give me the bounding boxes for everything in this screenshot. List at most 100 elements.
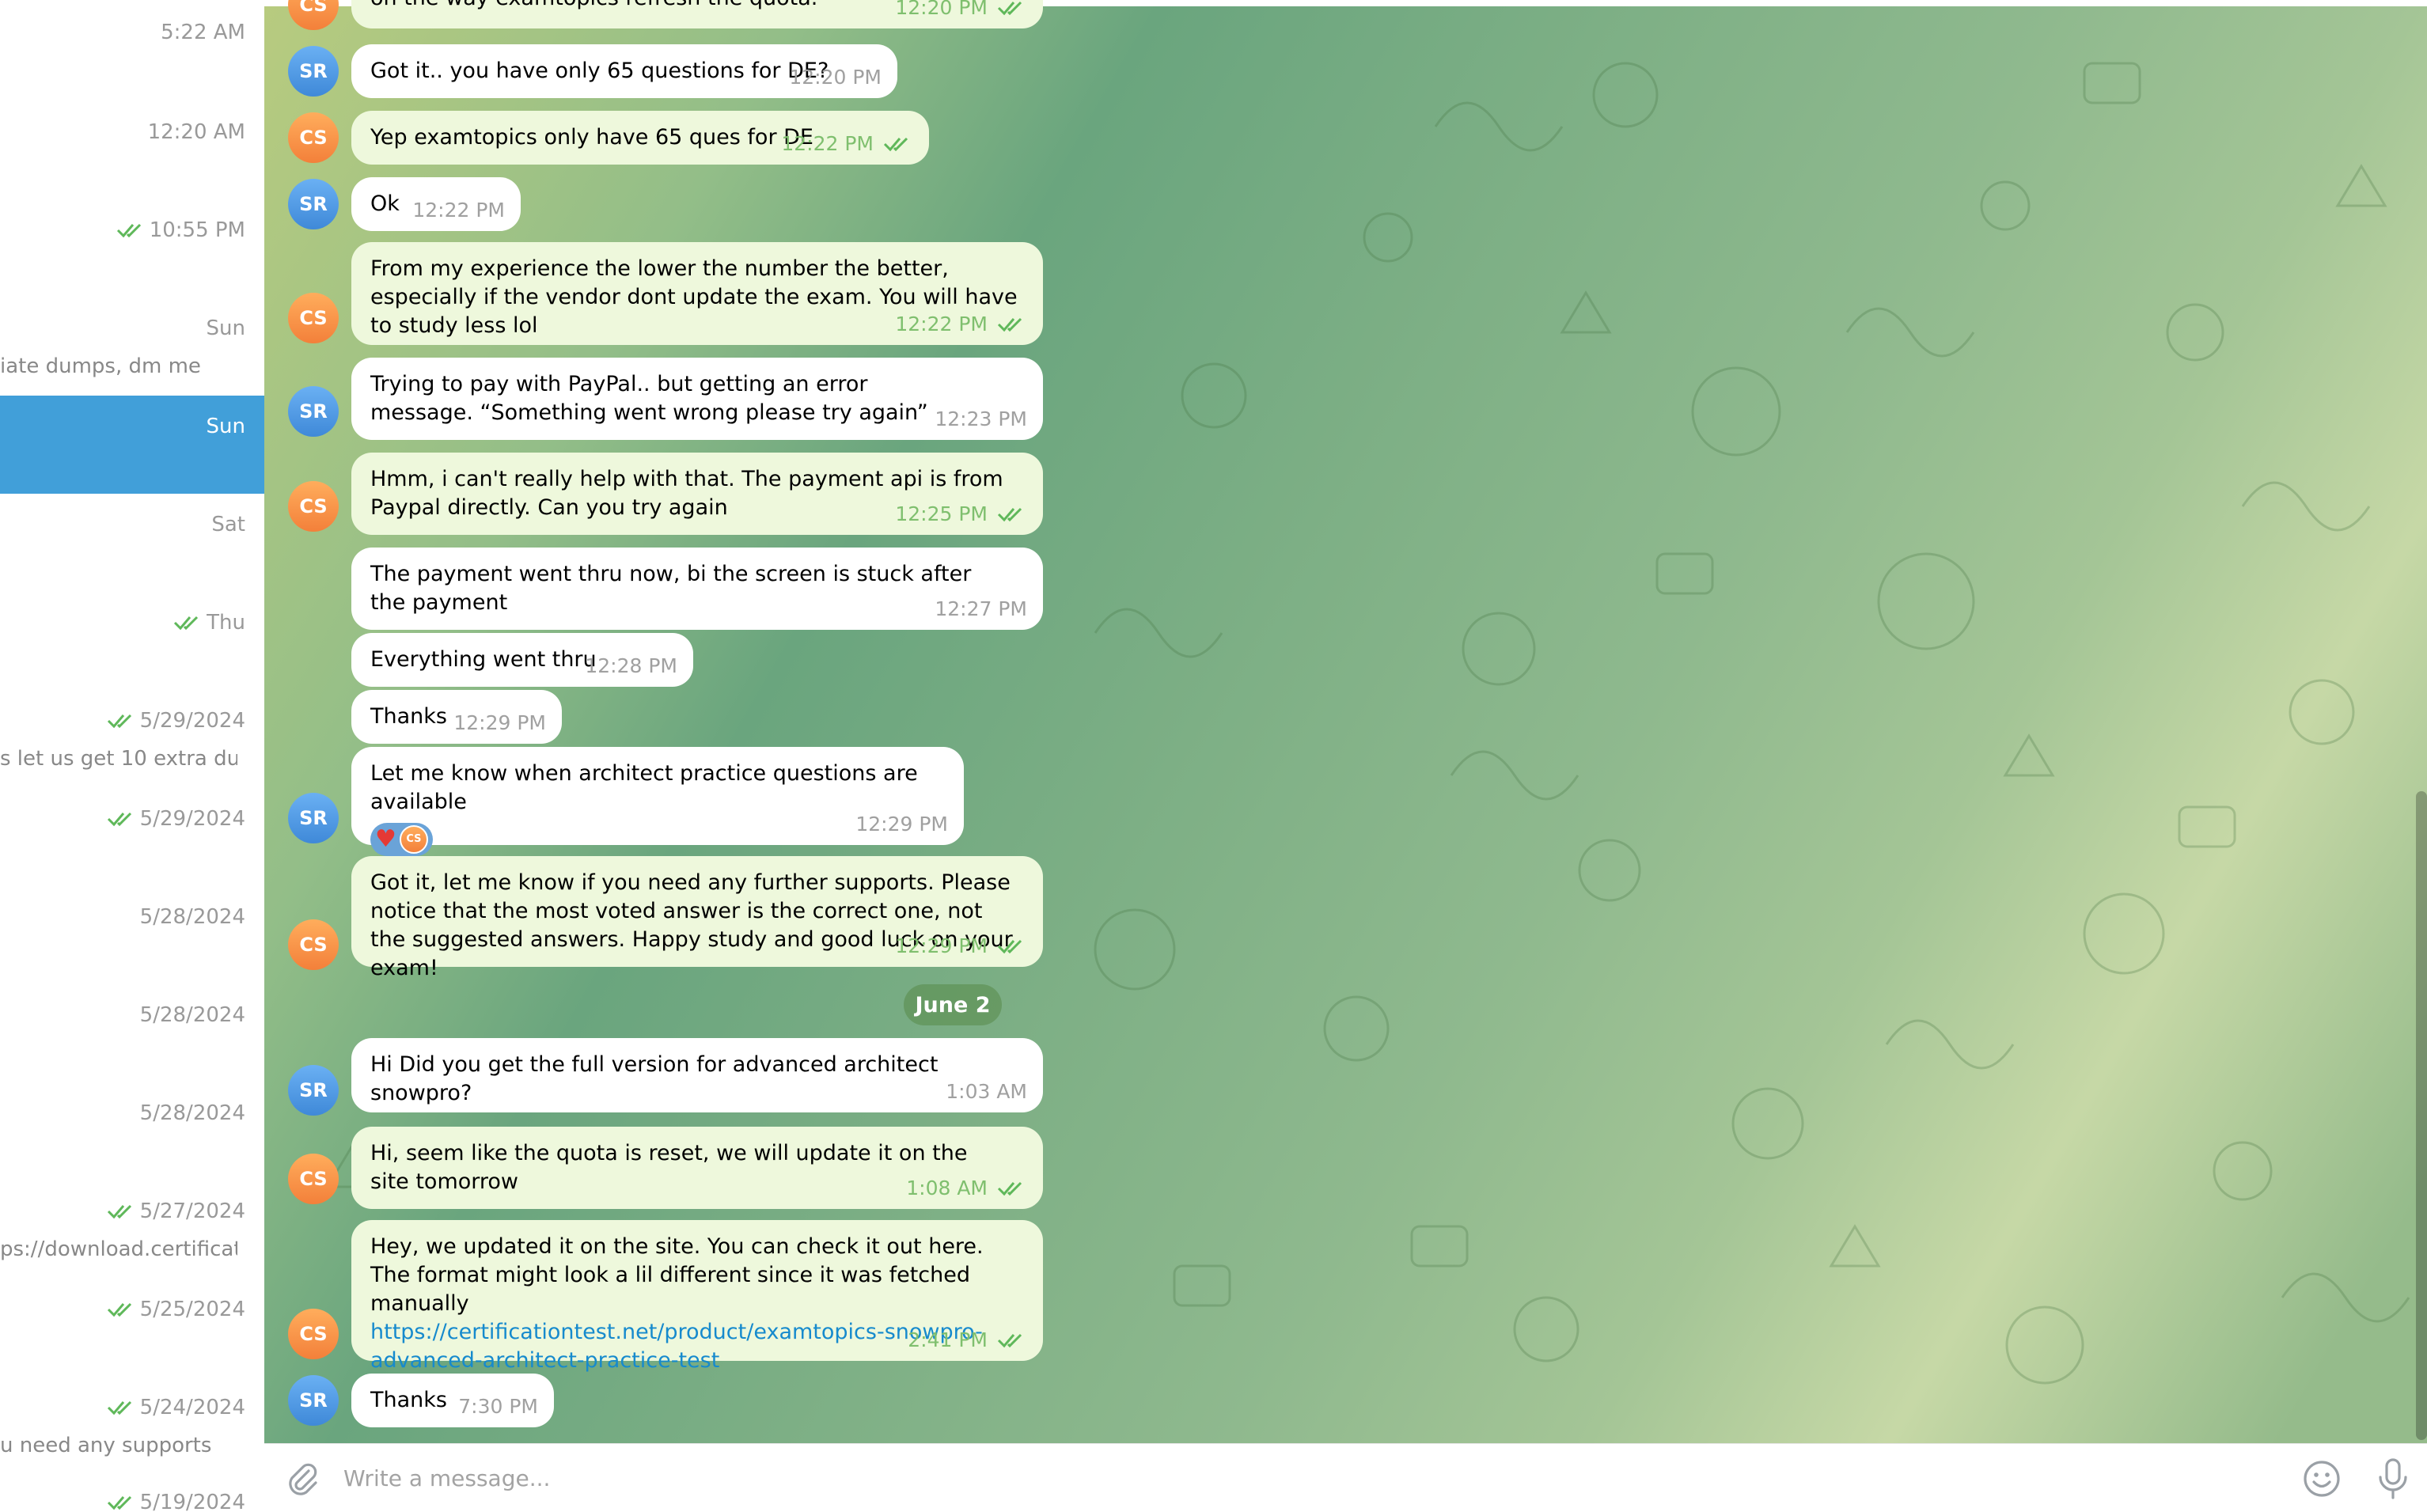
chat-list-item-active[interactable]: Sun — [0, 396, 264, 494]
double-check-icon — [997, 938, 1027, 955]
double-check-icon — [173, 614, 203, 631]
avatar[interactable]: CS — [288, 112, 339, 163]
avatar[interactable]: SR — [288, 1065, 339, 1116]
avatar[interactable]: SR — [288, 386, 339, 437]
reaction-avatar: CS — [399, 825, 428, 854]
date-separator: June 2 — [904, 984, 1002, 1025]
chat-time: 5/27/2024 — [107, 1199, 245, 1223]
message-meta: 2:41 PM — [908, 1326, 1027, 1355]
message-text: The payment went thru now, bi the screen… — [370, 562, 978, 615]
message-time: 12:29 PM — [453, 711, 546, 734]
message-bubble-incoming[interactable]: Got it.. you have only 65 questions for … — [351, 44, 897, 98]
message-bubble-incoming[interactable]: Trying to pay with PayPal.. but getting … — [351, 358, 1043, 440]
message-bubble-incoming[interactable]: Everything went thru 12:28 PM — [351, 633, 693, 687]
message-meta: 12:22 PM — [895, 310, 1027, 339]
double-check-icon — [997, 1180, 1027, 1197]
message-meta: 1:08 AM — [906, 1174, 1027, 1203]
chat-time: 5/28/2024 — [139, 1003, 245, 1027]
chat-list-item[interactable]: Sun iate dumps, dm me — [0, 294, 264, 392]
chat-list-item[interactable]: 5/24/2024 u need any supports — [0, 1377, 264, 1475]
message-bubble-incoming[interactable]: The payment went thru now, bi the screen… — [351, 548, 1043, 630]
message-time: 1:03 AM — [946, 1080, 1027, 1103]
chat-list-item[interactable]: 12:20 AM — [0, 98, 264, 196]
message-meta: 12:20 PM — [895, 0, 1027, 22]
message-text: Let me know when architect practice ques… — [370, 761, 925, 814]
message-bubble-outgoing[interactable]: on the way examtopics refresh the quota.… — [351, 0, 1043, 28]
chat-list-item[interactable]: Thu — [0, 592, 264, 690]
avatar[interactable]: SR — [288, 1375, 339, 1426]
message-meta: 12:25 PM — [895, 500, 1027, 529]
chat-scrollbar[interactable] — [2416, 791, 2427, 1440]
chat-list-item[interactable]: 10:55 PM — [0, 196, 264, 294]
message-time: 12:20 PM — [789, 66, 882, 89]
message-time: 12:23 PM — [935, 407, 1027, 430]
chat-list-item[interactable]: 5/28/2024 — [0, 1082, 264, 1180]
chat-time: 10:55 PM — [116, 218, 245, 242]
chat-list: 5:22 AM 12:20 AM 10:55 PM Sun iate dumps… — [0, 0, 264, 1512]
chat-list-item[interactable]: 5/28/2024 — [0, 984, 264, 1082]
chat-list-item[interactable]: 5/29/2024 s let us get 10 extra du... — [0, 690, 264, 788]
chat-list-item[interactable]: Sat — [0, 494, 264, 592]
message-text: Got it, let me know if you need any furt… — [370, 870, 1020, 980]
heart-icon: ♥ — [375, 825, 396, 853]
message-time: 12:22 PM — [412, 199, 505, 222]
chat-list-item[interactable]: 5:22 AM — [0, 0, 264, 97]
double-check-icon — [116, 222, 146, 239]
message-meta: 12:22 PM — [781, 130, 913, 158]
microphone-icon[interactable] — [2372, 1457, 2414, 1501]
chat-snippet: u need any supports — [0, 1434, 212, 1457]
message-bubble-outgoing[interactable]: Hi, seem like the quota is reset, we wil… — [351, 1127, 1043, 1209]
message-bubble-incoming[interactable]: Thanks 7:30 PM — [351, 1374, 554, 1427]
chat-time: 5/28/2024 — [139, 905, 245, 929]
avatar[interactable]: CS — [288, 293, 339, 343]
chat-time: 12:20 AM — [147, 120, 245, 144]
message-meta: 12:29 PM — [895, 932, 1027, 961]
message-bubble-outgoing[interactable]: From my experience the lower the number … — [351, 242, 1043, 345]
avatar[interactable]: SR — [288, 46, 339, 97]
avatar[interactable]: CS — [288, 919, 339, 970]
message-bubble-incoming[interactable]: Hi Did you get the full version for adva… — [351, 1038, 1043, 1112]
chat-time: 5/29/2024 — [107, 709, 245, 733]
double-check-icon — [997, 506, 1027, 523]
avatar[interactable]: SR — [288, 793, 339, 843]
message-bubble-incoming[interactable]: Ok 12:22 PM — [351, 177, 521, 231]
message-bubble-outgoing[interactable]: Hey, we updated it on the site. You can … — [351, 1220, 1043, 1373]
message-input[interactable] — [343, 1458, 2243, 1498]
avatar[interactable]: CS — [288, 481, 339, 532]
double-check-icon — [997, 0, 1027, 17]
message-text: Trying to pay with PayPal.. but getting … — [370, 372, 928, 425]
chat-list-item[interactable]: 5/29/2024 — [0, 788, 264, 886]
chat-time: 5/28/2024 — [139, 1101, 245, 1125]
chat-list-item[interactable]: 5/25/2024 — [0, 1279, 264, 1377]
chat-time: Thu — [173, 611, 245, 635]
chat-list-item[interactable]: 5/27/2024 ps://download.certificati... — [0, 1180, 264, 1279]
message-reaction[interactable]: ♥ CS — [370, 823, 433, 856]
message-bubble-outgoing[interactable]: Hmm, i can't really help with that. The … — [351, 453, 1043, 535]
message-composer — [264, 1443, 2427, 1512]
double-check-icon — [107, 810, 137, 828]
avatar[interactable]: CS — [288, 1309, 339, 1359]
chat-time: 5:22 AM — [161, 21, 245, 44]
message-bubble-outgoing[interactable]: Got it, let me know if you need any furt… — [351, 856, 1043, 980]
chat-time: 5/24/2024 — [107, 1396, 245, 1419]
chat-time: Sun — [206, 415, 245, 438]
chat-list-item[interactable]: 5/19/2024 — [0, 1475, 264, 1512]
smile-icon[interactable] — [2301, 1458, 2342, 1499]
double-check-icon — [997, 1332, 1027, 1349]
chat-history[interactable]: CS on the way examtopics refresh the quo… — [264, 0, 2427, 1443]
avatar[interactable]: SR — [288, 179, 339, 229]
double-check-icon — [997, 316, 1027, 333]
double-check-icon — [107, 1494, 137, 1511]
message-time: 12:27 PM — [935, 597, 1027, 620]
message-bubble-incoming[interactable]: Let me know when architect practice ques… — [351, 747, 964, 856]
chat-list-item[interactable]: 5/28/2024 — [0, 886, 264, 984]
double-check-icon — [883, 135, 913, 153]
double-check-icon — [107, 1203, 137, 1220]
chat-time: 5/29/2024 — [107, 807, 245, 831]
paperclip-icon[interactable] — [283, 1460, 321, 1498]
double-check-icon — [107, 1301, 137, 1318]
message-bubble-incoming[interactable]: Thanks 12:29 PM — [351, 690, 562, 744]
chat-snippet: iate dumps, dm me — [0, 354, 201, 378]
avatar[interactable]: CS — [288, 1154, 339, 1204]
message-bubble-outgoing[interactable]: Yep examtopics only have 65 ques for DE … — [351, 111, 929, 165]
